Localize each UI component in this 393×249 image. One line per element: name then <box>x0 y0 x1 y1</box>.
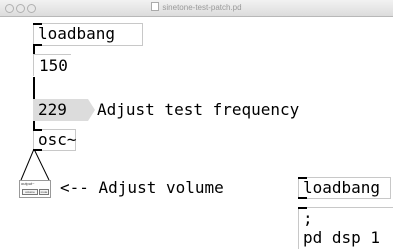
window-title: sinetone-test-patch.pd <box>0 2 393 12</box>
object-inlet[interactable] <box>33 129 42 131</box>
output-label: output~ <box>21 181 35 186</box>
mute-toggle[interactable]: mute <box>39 189 49 195</box>
cord-osc-to-output-right <box>33 148 50 181</box>
object-outlet[interactable] <box>33 149 42 151</box>
object-inlet[interactable] <box>33 23 42 25</box>
window-title-text: sinetone-test-patch.pd <box>162 3 242 12</box>
frequency-number-value: 229 <box>38 100 67 119</box>
delay-number-box[interactable]: 150 <box>33 54 78 77</box>
frequency-comment: Adjust test frequency <box>97 100 300 119</box>
patch-canvas[interactable]: loadbang 150 229 Adjust test frequency o… <box>0 17 393 249</box>
output-volume-widget[interactable]: output~ volume mute <box>19 180 51 198</box>
window-titlebar: sinetone-test-patch.pd <box>0 0 393 17</box>
volume-slider[interactable]: volume <box>22 189 38 195</box>
frequency-number-box[interactable]: 229 <box>33 99 95 121</box>
loadbang-top-label: loadbang <box>38 24 116 43</box>
object-inlet[interactable] <box>298 177 307 179</box>
loadbang-object-top[interactable]: loadbang <box>33 23 143 46</box>
loadbang-object-bottom[interactable]: loadbang <box>298 177 391 199</box>
osc-label: osc~ <box>38 130 77 149</box>
object-inlet[interactable] <box>298 207 307 209</box>
object-outlet[interactable] <box>298 197 307 199</box>
osc-object[interactable]: osc~ <box>33 129 77 151</box>
dsp-message-box[interactable]: ; pd dsp 1 <box>298 207 393 249</box>
number-box-notch <box>71 55 78 77</box>
volume-comment: <-- Adjust volume <box>60 178 224 197</box>
number-box-notch <box>88 99 95 121</box>
delay-number-value: 150 <box>39 56 68 75</box>
message-line-2: pd dsp 1 <box>303 228 381 247</box>
loadbang-bottom-label: loadbang <box>303 178 381 197</box>
message-line-1: ; <box>303 209 313 228</box>
object-outlet[interactable] <box>33 44 42 46</box>
cord-osc-to-output-left <box>20 148 35 181</box>
document-icon <box>151 2 160 11</box>
